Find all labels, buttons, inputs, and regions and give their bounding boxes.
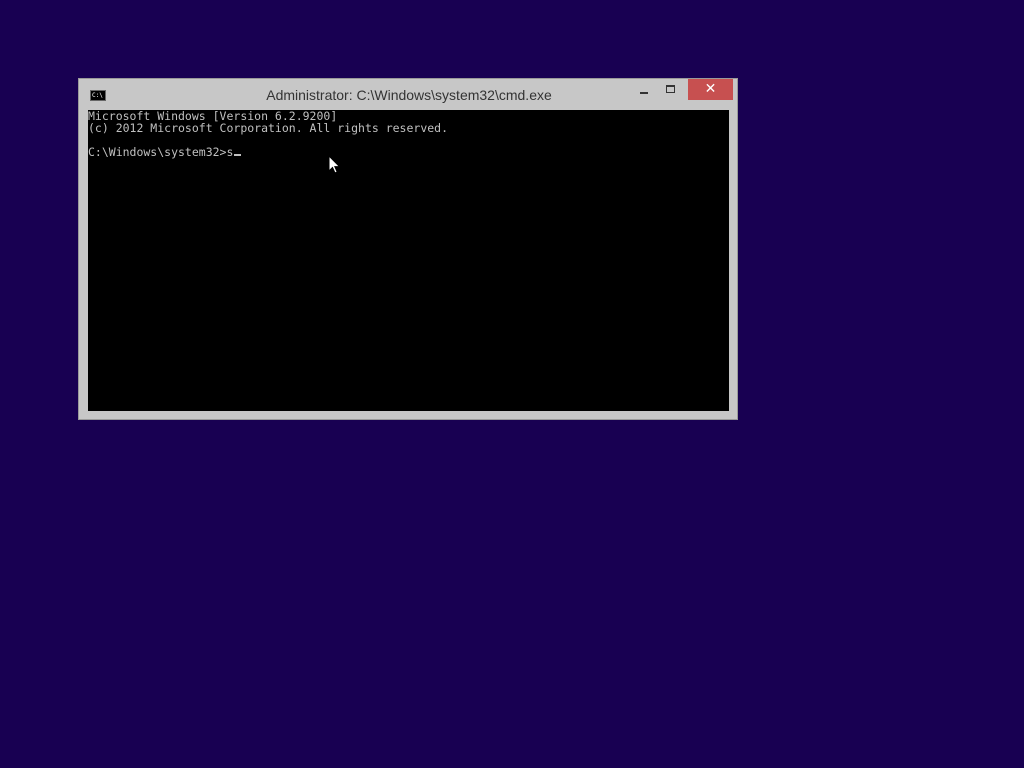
command-prompt: C:\Windows\system32>: [88, 145, 227, 159]
console-prompt-line[interactable]: C:\Windows\system32>s: [88, 145, 242, 159]
minimize-icon: [640, 92, 648, 94]
text-cursor: [234, 154, 242, 156]
desktop-background: C:\ Administrator: C:\Windows\system32\c…: [0, 0, 1024, 768]
maximize-icon: [666, 85, 675, 93]
title-bar[interactable]: C:\ Administrator: C:\Windows\system32\c…: [79, 79, 737, 110]
minimize-button[interactable]: [631, 80, 657, 100]
close-icon: ✕: [704, 81, 717, 97]
cmd-window[interactable]: C:\ Administrator: C:\Windows\system32\c…: [78, 78, 738, 420]
console-output-area[interactable]: Microsoft Windows [Version 6.2.9200] (c)…: [88, 110, 729, 411]
console-line-copyright: (c) 2012 Microsoft Corporation. All righ…: [88, 121, 449, 135]
close-button[interactable]: ✕: [688, 79, 733, 100]
command-input-text[interactable]: s: [226, 145, 233, 159]
maximize-button[interactable]: [658, 80, 684, 100]
arrow-pointer-icon: [328, 155, 341, 174]
